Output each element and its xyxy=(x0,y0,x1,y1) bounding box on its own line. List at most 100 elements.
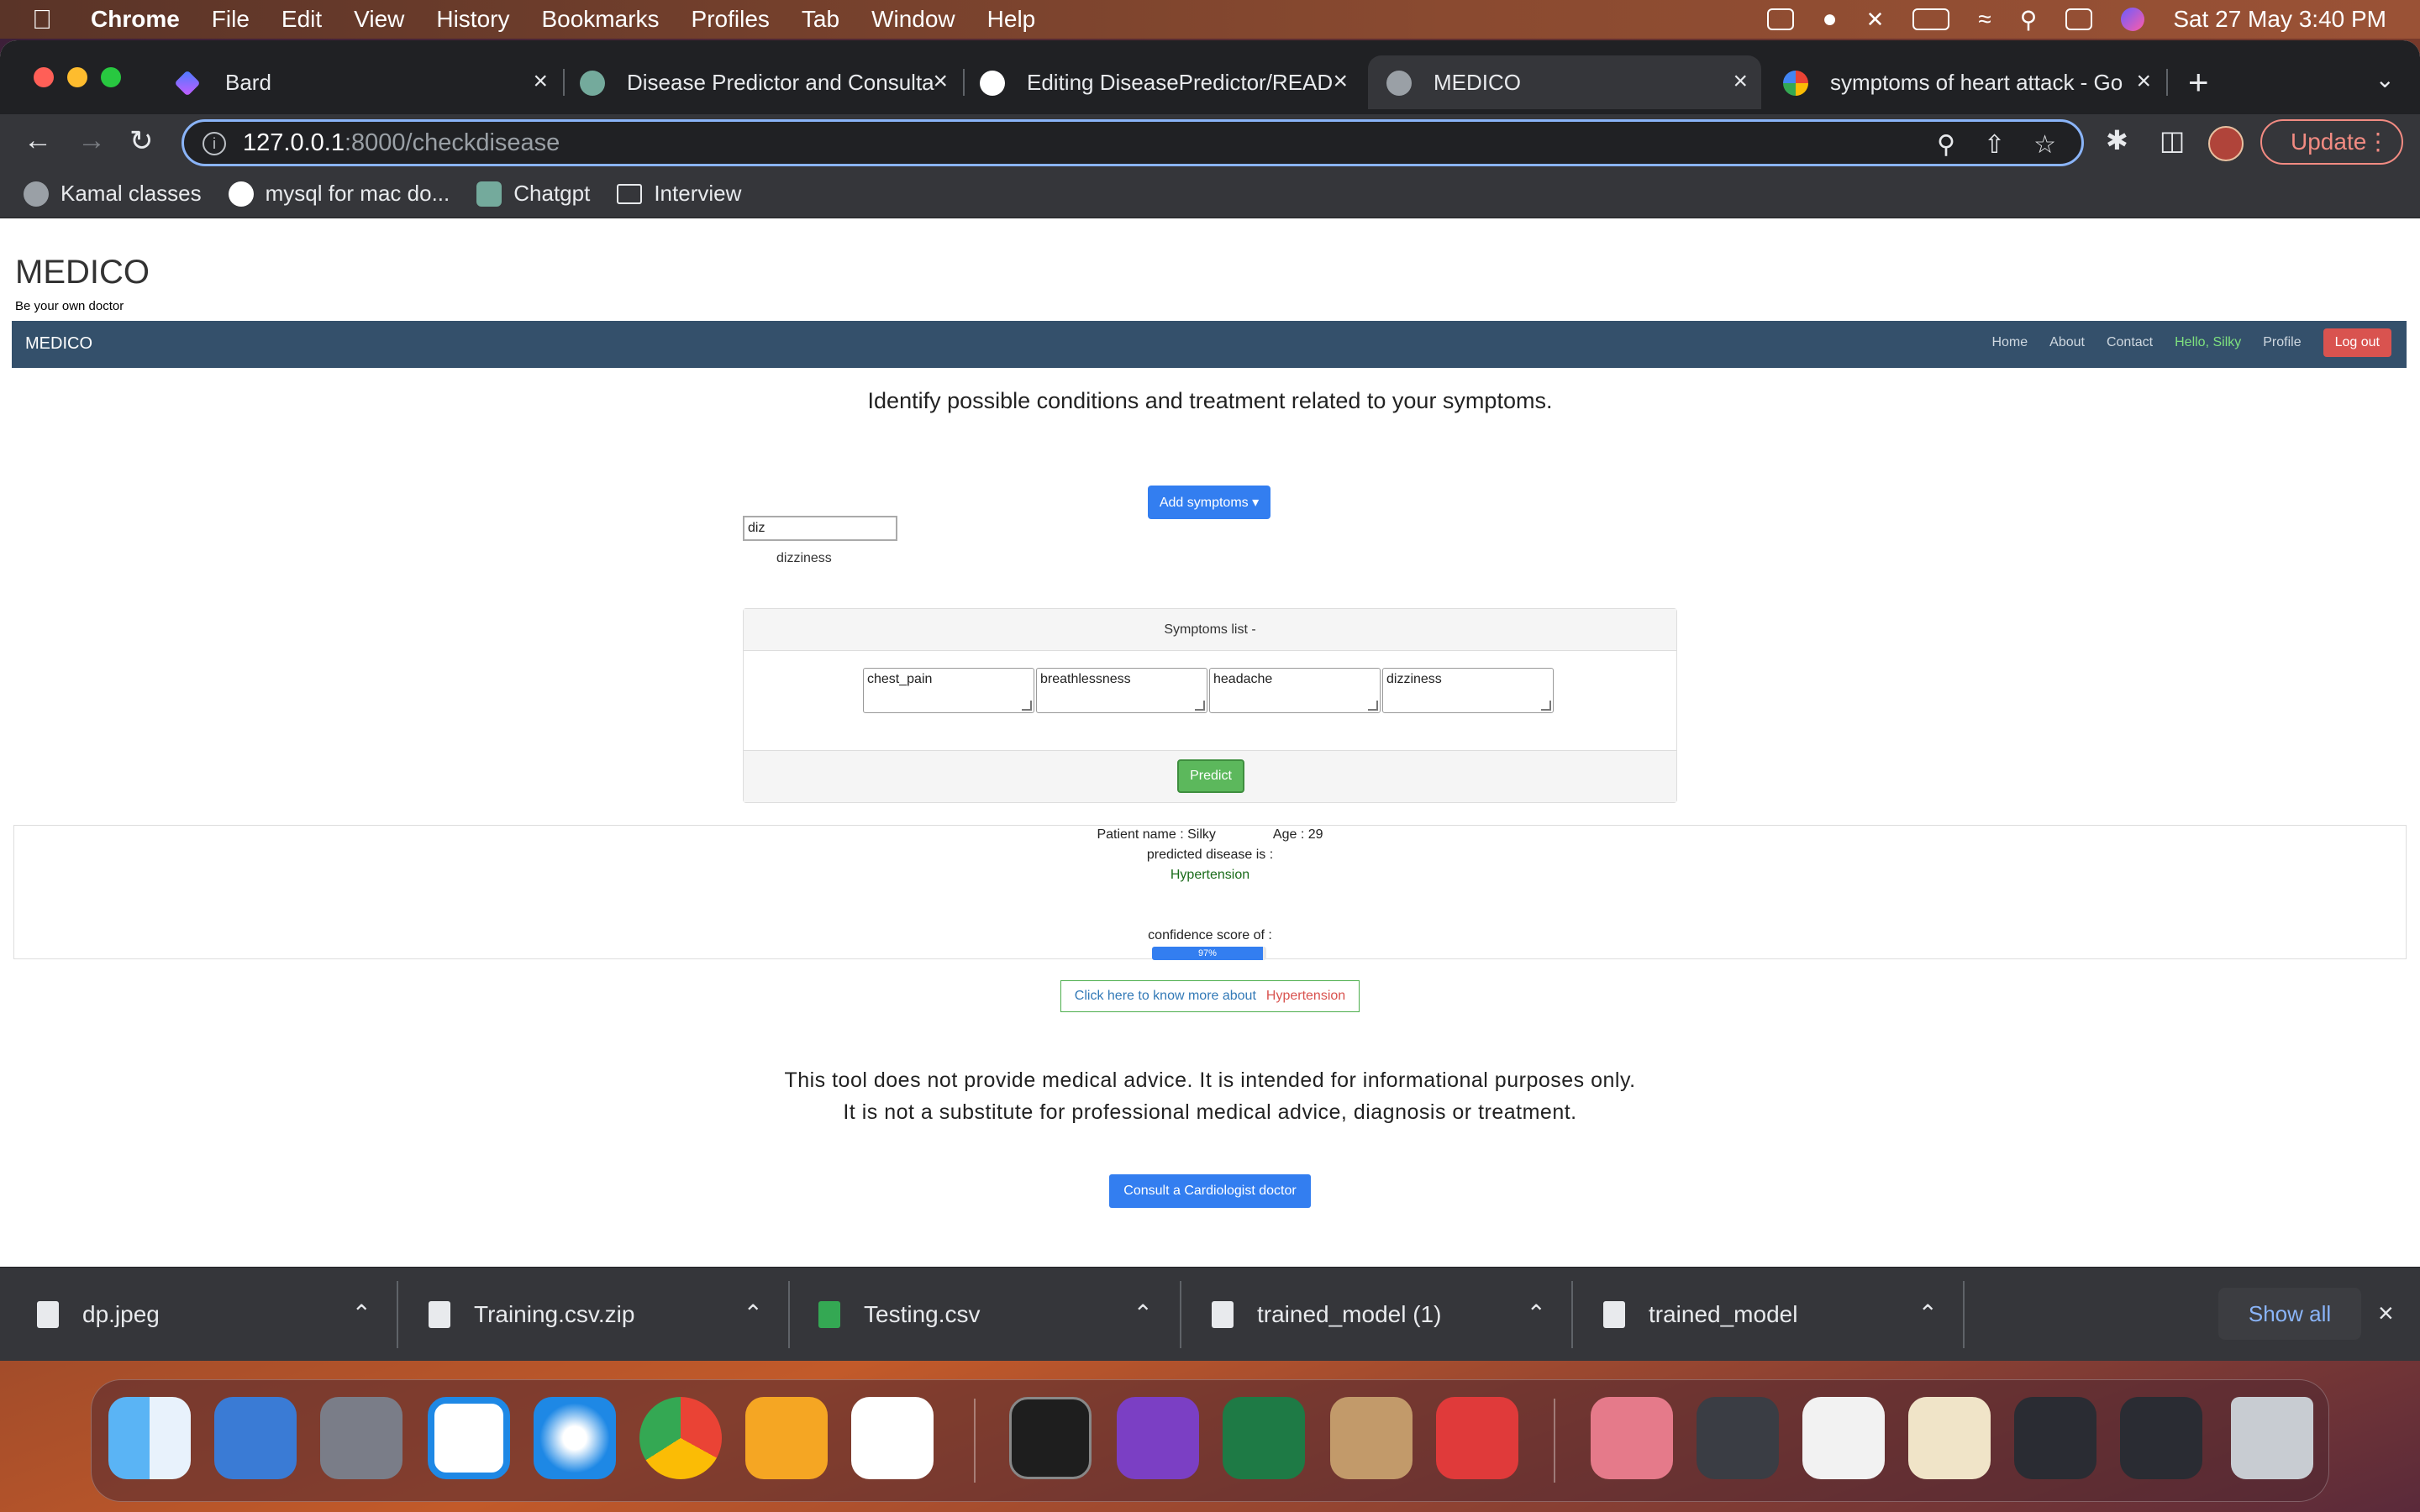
close-tab-icon[interactable]: × xyxy=(533,67,548,96)
reload-icon[interactable]: ↻ xyxy=(129,124,154,158)
show-all-downloads-button[interactable]: Show all xyxy=(2218,1288,2361,1340)
window-thumbnail-icon[interactable] xyxy=(2120,1397,2202,1479)
nav-home[interactable]: Home xyxy=(1991,335,2028,350)
symptom-suggestion[interactable]: dizziness xyxy=(776,551,832,566)
new-tab-plus-icon[interactable]: + xyxy=(2188,62,2209,102)
bookmark-folder-interview[interactable]: Interview xyxy=(617,181,741,207)
evernote-status-icon[interactable]: ● xyxy=(1823,5,1838,34)
nav-about[interactable]: About xyxy=(2049,335,2085,350)
control-center-icon[interactable] xyxy=(2065,8,2093,30)
menu-bookmarks[interactable]: Bookmarks xyxy=(541,6,659,33)
address-bar[interactable]: i 127.0.0.1:8000/checkdisease ⚲ ⇧ ☆ xyxy=(182,119,2084,166)
update-button[interactable]: Update ⋮ xyxy=(2260,119,2403,165)
download-item[interactable]: trained_model ⌃ xyxy=(1603,1268,1963,1361)
download-item[interactable]: Training.csv.zip ⌃ xyxy=(429,1268,788,1361)
terminal-icon[interactable] xyxy=(1009,1397,1092,1479)
photo-thumbnail-icon[interactable] xyxy=(1591,1397,1673,1479)
know-more-button[interactable]: Click here to know more about Hypertensi… xyxy=(1060,980,1360,1012)
finder-icon[interactable] xyxy=(108,1397,191,1479)
tab-disease-predictor[interactable]: Disease Predictor and Consulta × xyxy=(561,55,965,109)
menu-help[interactable]: Help xyxy=(987,6,1036,33)
window-thumbnail-icon[interactable] xyxy=(1697,1397,1779,1479)
tab-medico[interactable]: MEDICO × xyxy=(1368,55,1761,109)
site-info-icon[interactable]: i xyxy=(203,132,226,155)
wps-status-icon[interactable] xyxy=(1766,8,1794,30)
symptom-field[interactable]: headache xyxy=(1209,668,1381,713)
safari-icon[interactable] xyxy=(534,1397,616,1479)
add-symptoms-button[interactable]: Add symptoms ▾ xyxy=(1148,486,1270,519)
back-arrow-icon[interactable]: ← xyxy=(24,124,52,157)
menu-history[interactable]: History xyxy=(436,6,509,33)
share-icon[interactable]: ⇧ xyxy=(1984,130,2005,160)
menu-view[interactable]: View xyxy=(354,6,404,33)
close-tab-icon[interactable]: × xyxy=(1733,67,1748,96)
forward-arrow-icon[interactable]: → xyxy=(77,124,106,157)
close-tab-icon[interactable]: × xyxy=(933,67,948,96)
pages-icon[interactable] xyxy=(745,1397,828,1479)
nav-contact[interactable]: Contact xyxy=(2107,335,2153,350)
close-tab-icon[interactable]: × xyxy=(1333,67,1348,96)
window-thumbnail-icon[interactable] xyxy=(2014,1397,2096,1479)
download-item[interactable]: Testing.csv ⌃ xyxy=(818,1268,1178,1361)
download-item[interactable]: dp.jpeg ⌃ xyxy=(37,1268,397,1361)
close-tab-icon[interactable]: × xyxy=(2136,67,2151,96)
profile-avatar[interactable] xyxy=(2208,126,2244,161)
menu-tab[interactable]: Tab xyxy=(802,6,839,33)
bluetooth-icon[interactable]: ✕ xyxy=(1866,7,1885,33)
vscode-icon[interactable] xyxy=(428,1397,510,1479)
bookmark-mysql[interactable]: mysql for mac do... xyxy=(228,181,450,207)
kebab-menu-icon[interactable]: ⋮ xyxy=(2366,128,2390,155)
nav-profile[interactable]: Profile xyxy=(2263,335,2301,350)
symptom-field[interactable]: dizziness xyxy=(1382,668,1554,713)
chevron-up-icon[interactable]: ⌃ xyxy=(744,1299,763,1327)
bookmark-kamal-classes[interactable]: Kamal classes xyxy=(24,181,202,207)
extensions-puzzle-icon[interactable]: ✱ xyxy=(2106,124,2128,156)
zoom-magnifier-icon[interactable]: ⚲ xyxy=(1937,130,1955,160)
symptom-search-input[interactable]: diz xyxy=(743,516,897,541)
wps-office-icon[interactable] xyxy=(1436,1397,1518,1479)
symptom-field[interactable]: chest_pain xyxy=(863,668,1034,713)
trash-icon[interactable] xyxy=(2231,1397,2313,1479)
menu-edit[interactable]: Edit xyxy=(281,6,322,33)
chevron-up-icon[interactable]: ⌃ xyxy=(1134,1299,1153,1327)
contacts-icon[interactable] xyxy=(1330,1397,1413,1479)
onenote-icon[interactable] xyxy=(1117,1397,1199,1479)
zoom-window-button[interactable] xyxy=(101,67,121,87)
battery-icon[interactable] xyxy=(1912,8,1950,30)
chrome-icon[interactable] xyxy=(639,1397,722,1479)
symptom-field[interactable]: breathlessness xyxy=(1036,668,1207,713)
apple-menu-icon[interactable]:  xyxy=(32,4,57,35)
siri-icon[interactable] xyxy=(2121,8,2145,31)
bookmark-chatgpt[interactable]: Chatgpt xyxy=(476,181,590,207)
menu-file[interactable]: File xyxy=(212,6,250,33)
launchpad-icon[interactable] xyxy=(320,1397,402,1479)
tableplus-elephant-icon[interactable] xyxy=(214,1397,297,1479)
tab-search-chevron-icon[interactable]: ⌄ xyxy=(2375,66,2395,93)
predict-button[interactable]: Predict xyxy=(1177,759,1244,793)
consult-doctor-button[interactable]: Consult a Cardiologist doctor xyxy=(1109,1174,1311,1208)
minimize-window-button[interactable] xyxy=(67,67,87,87)
tab-google-search[interactable]: symptoms of heart attack - Go × xyxy=(1765,55,2168,109)
chevron-up-icon[interactable]: ⌃ xyxy=(1918,1299,1938,1327)
menu-window[interactable]: Window xyxy=(871,6,955,33)
menu-profiles[interactable]: Profiles xyxy=(692,6,770,33)
tab-github-editing[interactable]: Editing DiseasePredictor/READ × xyxy=(961,55,1361,109)
excel-icon[interactable] xyxy=(1223,1397,1305,1479)
navbar-brand[interactable]: MEDICO xyxy=(25,334,92,354)
download-item[interactable]: trained_model (1) ⌃ xyxy=(1212,1268,1571,1361)
document-thumbnail-icon[interactable] xyxy=(1908,1397,1991,1479)
chevron-up-icon[interactable]: ⌃ xyxy=(352,1299,371,1327)
menu-app-name[interactable]: Chrome xyxy=(91,6,180,33)
document-thumbnail-icon[interactable] xyxy=(1802,1397,1885,1479)
wifi-icon[interactable]: ≈ xyxy=(1978,6,1991,33)
menu-clock[interactable]: Sat 27 May 3:40 PM xyxy=(2173,6,2386,33)
chevron-up-icon[interactable]: ⌃ xyxy=(1527,1299,1546,1327)
bookmark-star-icon[interactable]: ☆ xyxy=(2033,130,2056,160)
nav-greeting[interactable]: Hello, Silky xyxy=(2175,335,2241,350)
close-downloads-icon[interactable]: × xyxy=(2378,1298,2394,1329)
freeform-icon[interactable] xyxy=(851,1397,934,1479)
spotlight-search-icon[interactable]: ⚲ xyxy=(2020,6,2038,34)
side-panel-icon[interactable]: ◫ xyxy=(2160,124,2185,156)
close-window-button[interactable] xyxy=(34,67,54,87)
logout-button[interactable]: Log out xyxy=(2323,328,2391,357)
